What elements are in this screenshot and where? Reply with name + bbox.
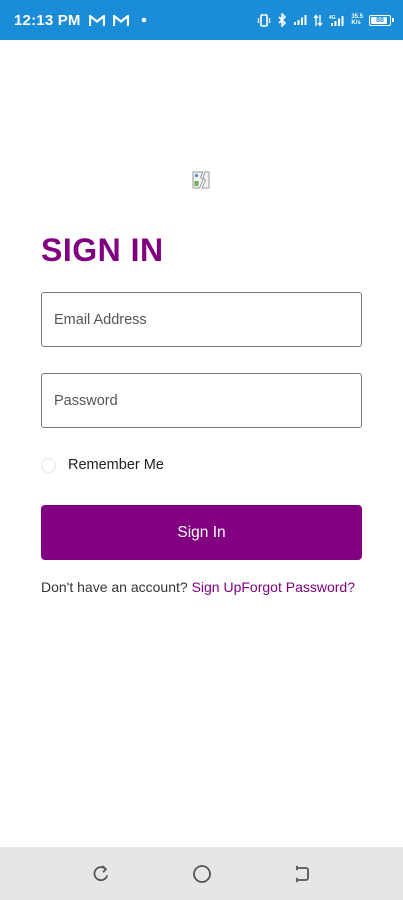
status-time: 12:13 PM <box>14 11 81 29</box>
network-speed-unit: K/s <box>351 20 361 26</box>
signal-4g-icon: 4G <box>329 14 345 27</box>
notification-dot-icon <box>137 15 151 25</box>
signal-icon <box>293 14 307 26</box>
sign-in-button[interactable]: Sign In <box>41 505 362 560</box>
remember-me-label: Remember Me <box>68 457 164 473</box>
remember-me-radio[interactable] <box>41 457 56 473</box>
network-speed: 35.5 K/s <box>351 14 363 26</box>
email-field[interactable] <box>41 292 362 347</box>
status-left: 12:13 PM <box>14 12 151 29</box>
status-bar: 12:13 PM 4G 35.5 K/s 88 <box>0 0 403 40</box>
data-transfer-icon <box>313 13 323 27</box>
battery-icon: 88 <box>369 14 394 26</box>
no-account-text: Don't have an account? <box>41 579 188 595</box>
broken-image-icon <box>192 171 210 189</box>
gmail-icon <box>112 14 129 27</box>
sign-up-link[interactable]: Sign Up <box>192 579 242 595</box>
navigation-bar <box>0 847 403 900</box>
svg-text:4G: 4G <box>329 15 336 21</box>
recent-apps-icon[interactable] <box>291 863 313 885</box>
bluetooth-icon <box>277 13 287 27</box>
page-title: SIGN IN <box>41 232 164 268</box>
forgot-password-link[interactable]: Forgot Password? <box>241 579 355 595</box>
back-icon[interactable] <box>90 863 112 885</box>
gmail-icon <box>88 14 105 27</box>
remember-me-row[interactable]: Remember Me <box>41 457 164 473</box>
vibrate-icon <box>257 13 271 27</box>
password-field[interactable] <box>41 373 362 428</box>
account-links: Don't have an account? Sign UpForgot Pas… <box>41 579 371 595</box>
status-right: 4G 35.5 K/s 88 <box>257 13 394 27</box>
home-icon[interactable] <box>191 863 213 885</box>
battery-level: 88 <box>376 16 384 24</box>
